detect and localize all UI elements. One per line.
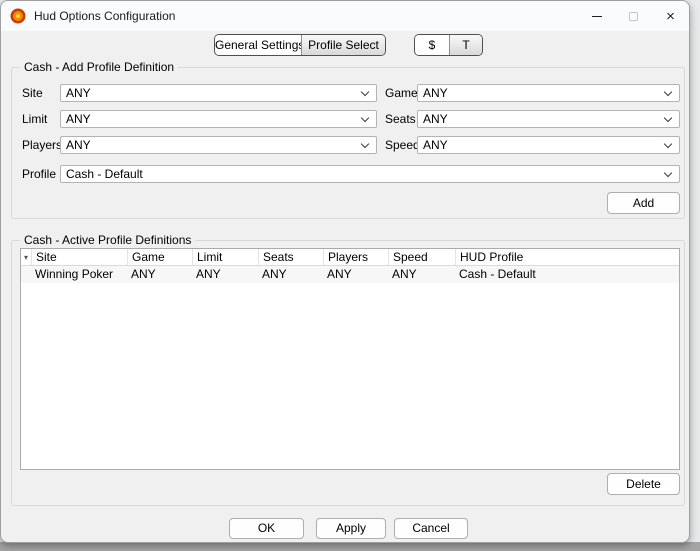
profile-dropdown-value: Cash - Default (66, 167, 143, 181)
players-label: Players (22, 138, 63, 152)
column-header-players[interactable]: Players (323, 249, 388, 265)
column-header-seats[interactable]: Seats (258, 249, 323, 265)
table-header-row: ▾ Site Game Limit Seats Players Speed HU… (21, 249, 679, 266)
column-header-limit[interactable]: Limit (192, 249, 258, 265)
seats-label: Seats (385, 112, 416, 126)
add-profile-group-title: Cash - Add Profile Definition (20, 60, 179, 74)
ok-button[interactable]: OK (229, 518, 304, 539)
site-label: Site (22, 86, 43, 100)
profile-dropdown[interactable]: Cash - Default (60, 165, 680, 183)
minimize-icon (591, 15, 602, 17)
row-cell-seats: ANY (262, 267, 287, 281)
maximize-button (615, 1, 652, 31)
caption-buttons: × (578, 1, 689, 31)
cancel-button[interactable]: Cancel (394, 518, 468, 539)
game-type-toggle-group: $ T (414, 34, 483, 56)
chevron-down-icon (663, 168, 673, 178)
game-dropdown[interactable]: ANY (417, 84, 680, 102)
toggle-cash[interactable]: $ (415, 35, 449, 55)
row-cell-site: Winning Poker (35, 267, 114, 281)
seats-dropdown[interactable]: ANY (417, 110, 680, 128)
speed-dropdown[interactable]: ANY (417, 136, 680, 154)
delete-button[interactable]: Delete (607, 473, 680, 495)
column-header-speed[interactable]: Speed (388, 249, 455, 265)
profile-label: Profile (22, 167, 57, 181)
main-tab-group: General Settings Profile Select (214, 34, 386, 56)
chevron-down-icon (663, 87, 673, 97)
active-profiles-table[interactable]: ▾ Site Game Limit Seats Players Speed HU… (20, 248, 680, 470)
apply-button[interactable]: Apply (316, 518, 386, 539)
window-title: Hud Options Configuration (34, 9, 176, 23)
limit-dropdown[interactable]: ANY (60, 110, 377, 128)
active-profiles-group-title: Cash - Active Profile Definitions (20, 233, 196, 247)
close-button[interactable]: × (652, 1, 689, 31)
tab-general-settings[interactable]: General Settings (215, 35, 304, 55)
filter-icon[interactable]: ▾ (21, 249, 31, 265)
row-cell-limit: ANY (196, 267, 221, 281)
limit-label: Limit (22, 112, 48, 126)
chevron-down-icon (360, 139, 370, 149)
column-header-hud-profile[interactable]: HUD Profile (455, 249, 679, 265)
chevron-down-icon (663, 139, 673, 149)
add-button[interactable]: Add (607, 192, 680, 214)
row-cell-game: ANY (131, 267, 156, 281)
tab-profile-select[interactable]: Profile Select (301, 35, 385, 55)
desktop-background-strip (0, 542, 700, 551)
limit-dropdown-value: ANY (66, 112, 91, 126)
row-cell-hud-profile: Cash - Default (459, 267, 536, 281)
chevron-down-icon (360, 87, 370, 97)
row-cell-speed: ANY (392, 267, 417, 281)
row-cell-players: ANY (327, 267, 352, 281)
game-label: Game (385, 86, 418, 100)
app-icon (10, 8, 26, 24)
speed-dropdown-value: ANY (423, 138, 448, 152)
chevron-down-icon (360, 113, 370, 123)
title-bar[interactable]: Hud Options Configuration × (1, 1, 689, 31)
table-row[interactable]: Winning Poker ANY ANY ANY ANY ANY Cash -… (21, 266, 679, 283)
site-dropdown[interactable]: ANY (60, 84, 377, 102)
game-dropdown-value: ANY (423, 86, 448, 100)
chevron-down-icon (663, 113, 673, 123)
minimize-button[interactable] (578, 1, 615, 31)
active-profiles-groupbox: Cash - Active Profile Definitions ▾ Site… (11, 233, 685, 506)
row-spacer-cell (21, 266, 31, 283)
hud-options-dialog: Hud Options Configuration × General Sett… (0, 0, 690, 543)
column-header-game[interactable]: Game (127, 249, 192, 265)
site-dropdown-value: ANY (66, 86, 91, 100)
maximize-icon (629, 11, 638, 21)
add-profile-groupbox: Cash - Add Profile Definition Site ANY L… (11, 60, 685, 219)
speed-label: Speed (385, 138, 420, 152)
seats-dropdown-value: ANY (423, 112, 448, 126)
column-header-site[interactable]: Site (31, 249, 127, 265)
close-icon: × (666, 7, 675, 25)
players-dropdown-value: ANY (66, 138, 91, 152)
toggle-tournament[interactable]: T (449, 35, 482, 55)
players-dropdown[interactable]: ANY (60, 136, 377, 154)
